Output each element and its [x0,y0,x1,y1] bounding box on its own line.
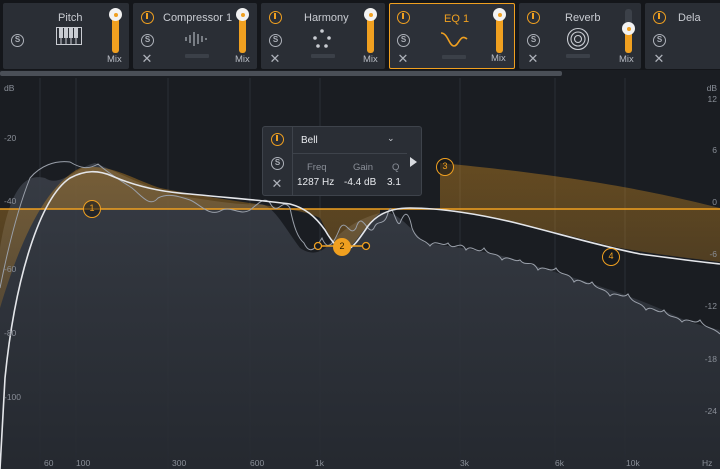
db-label: -60 [4,264,17,274]
eq-curve-icon [440,32,468,47]
db-label: -100 [4,392,22,402]
module-title: Pitch [58,12,83,24]
width-handle-right[interactable] [361,241,371,251]
mix-label: Mix [619,54,634,65]
db-label: -18 [704,354,717,364]
fader-knob[interactable] [493,8,506,21]
power-icon[interactable] [527,11,540,24]
band-power-icon[interactable] [271,133,284,146]
module-title: Harmony [304,12,349,24]
solo-button[interactable]: S [269,34,282,47]
fader-knob[interactable] [364,8,377,21]
db-label: -80 [4,328,17,338]
module-compressor[interactable]: S ✕ Compressor 1 Mix [133,3,257,69]
mix-fader[interactable] [236,8,249,53]
db-label: -6 [709,249,717,259]
mix-fader[interactable] [364,8,377,53]
freq-label: 10k [626,458,640,468]
mix-label: Mix [491,53,506,64]
remove-icon[interactable]: ✕ [653,52,665,65]
band-node-4[interactable]: 4 [602,248,620,266]
band-node-1[interactable]: 1 [83,200,101,218]
freq-value[interactable]: 1287 Hz [297,177,334,188]
module-title: Compressor 1 [163,12,233,24]
piano-icon [56,27,82,45]
mix-label: Mix [107,54,122,65]
db-label: 12 [707,94,717,104]
fader-knob[interactable] [236,8,249,21]
module-title: Dela [678,12,701,24]
fader-knob[interactable] [109,8,122,21]
db-label: -24 [704,406,717,416]
band-remove-icon[interactable]: ✕ [271,177,283,190]
band-node-3[interactable]: 3 [436,158,454,176]
solo-button[interactable]: S [141,34,154,47]
fader-knob[interactable] [622,22,635,35]
mix-label: Mix [363,54,378,65]
solo-button[interactable]: S [397,34,410,47]
remove-icon[interactable]: ✕ [527,52,539,65]
band-node-2[interactable]: 2 [333,238,351,256]
freq-label: 3k [460,458,469,468]
solo-button[interactable]: S [653,34,666,47]
power-icon[interactable] [397,11,410,24]
band-solo-button[interactable]: S [271,157,284,170]
gain-param-label: Gain [353,162,374,173]
module-title: Reverb [565,12,601,24]
module-harmony[interactable]: S ✕ Harmony Mix [261,3,385,69]
mix-fader[interactable] [622,9,635,53]
freq-param-label: Freq [307,162,327,173]
module-delay[interactable]: S ✕ Dela [645,3,720,69]
chevron-down-icon[interactable]: ⌄ [387,133,395,144]
db-unit-label: dB [4,83,15,93]
gain-value[interactable]: -4.4 dB [344,177,376,188]
freq-label: 100 [76,458,91,468]
module-scrollbar[interactable] [0,71,562,76]
power-icon[interactable] [269,11,282,24]
filter-type-select[interactable]: Bell [301,135,318,146]
db-label: 0 [712,197,717,207]
db-label: -12 [704,301,717,311]
module-title: EQ 1 [444,13,470,25]
module-eq[interactable]: S ✕ EQ 1 Mix [389,3,515,69]
freq-label: 300 [172,458,187,468]
db-label: -20 [4,133,17,143]
power-icon[interactable] [653,11,666,24]
width-handle-left[interactable] [313,241,323,251]
solo-button[interactable]: S [11,34,24,47]
db-label: -40 [4,196,17,206]
freq-label: 6k [555,458,564,468]
db-label: 6 [712,145,717,155]
freq-label: 1k [315,458,324,468]
mix-fader[interactable] [493,8,506,53]
remove-icon[interactable]: ✕ [397,52,409,65]
waveform-icon [185,32,207,46]
module-pitch[interactable]: S Pitch Mix [3,3,129,69]
mix-label: Mix [235,54,250,65]
band-popup[interactable]: S ✕ Bell ⌄ Freq Gain Q 1287 Hz -4.4 dB 3… [262,126,422,196]
module-strip: S Pitch Mix S ✕ Compressor 1 Mix S ✕ Har… [0,0,720,76]
freq-label: 600 [250,458,265,468]
q-value[interactable]: 3.1 [387,177,401,188]
popup-expand-arrow-icon[interactable] [410,157,417,167]
remove-icon[interactable]: ✕ [141,52,153,65]
remove-icon[interactable]: ✕ [269,52,281,65]
freq-label: Hz [702,458,713,468]
db-unit-label: dB [706,83,717,93]
solo-button[interactable]: S [527,34,540,47]
q-param-label: Q [392,162,400,173]
module-reverb[interactable]: S ✕ Reverb Mix [519,3,641,69]
power-icon[interactable] [141,11,154,24]
concentric-circles-icon [566,27,590,51]
freq-label: 60 [44,458,54,468]
dots-circle-icon [313,29,331,48]
mix-fader[interactable] [109,8,122,53]
